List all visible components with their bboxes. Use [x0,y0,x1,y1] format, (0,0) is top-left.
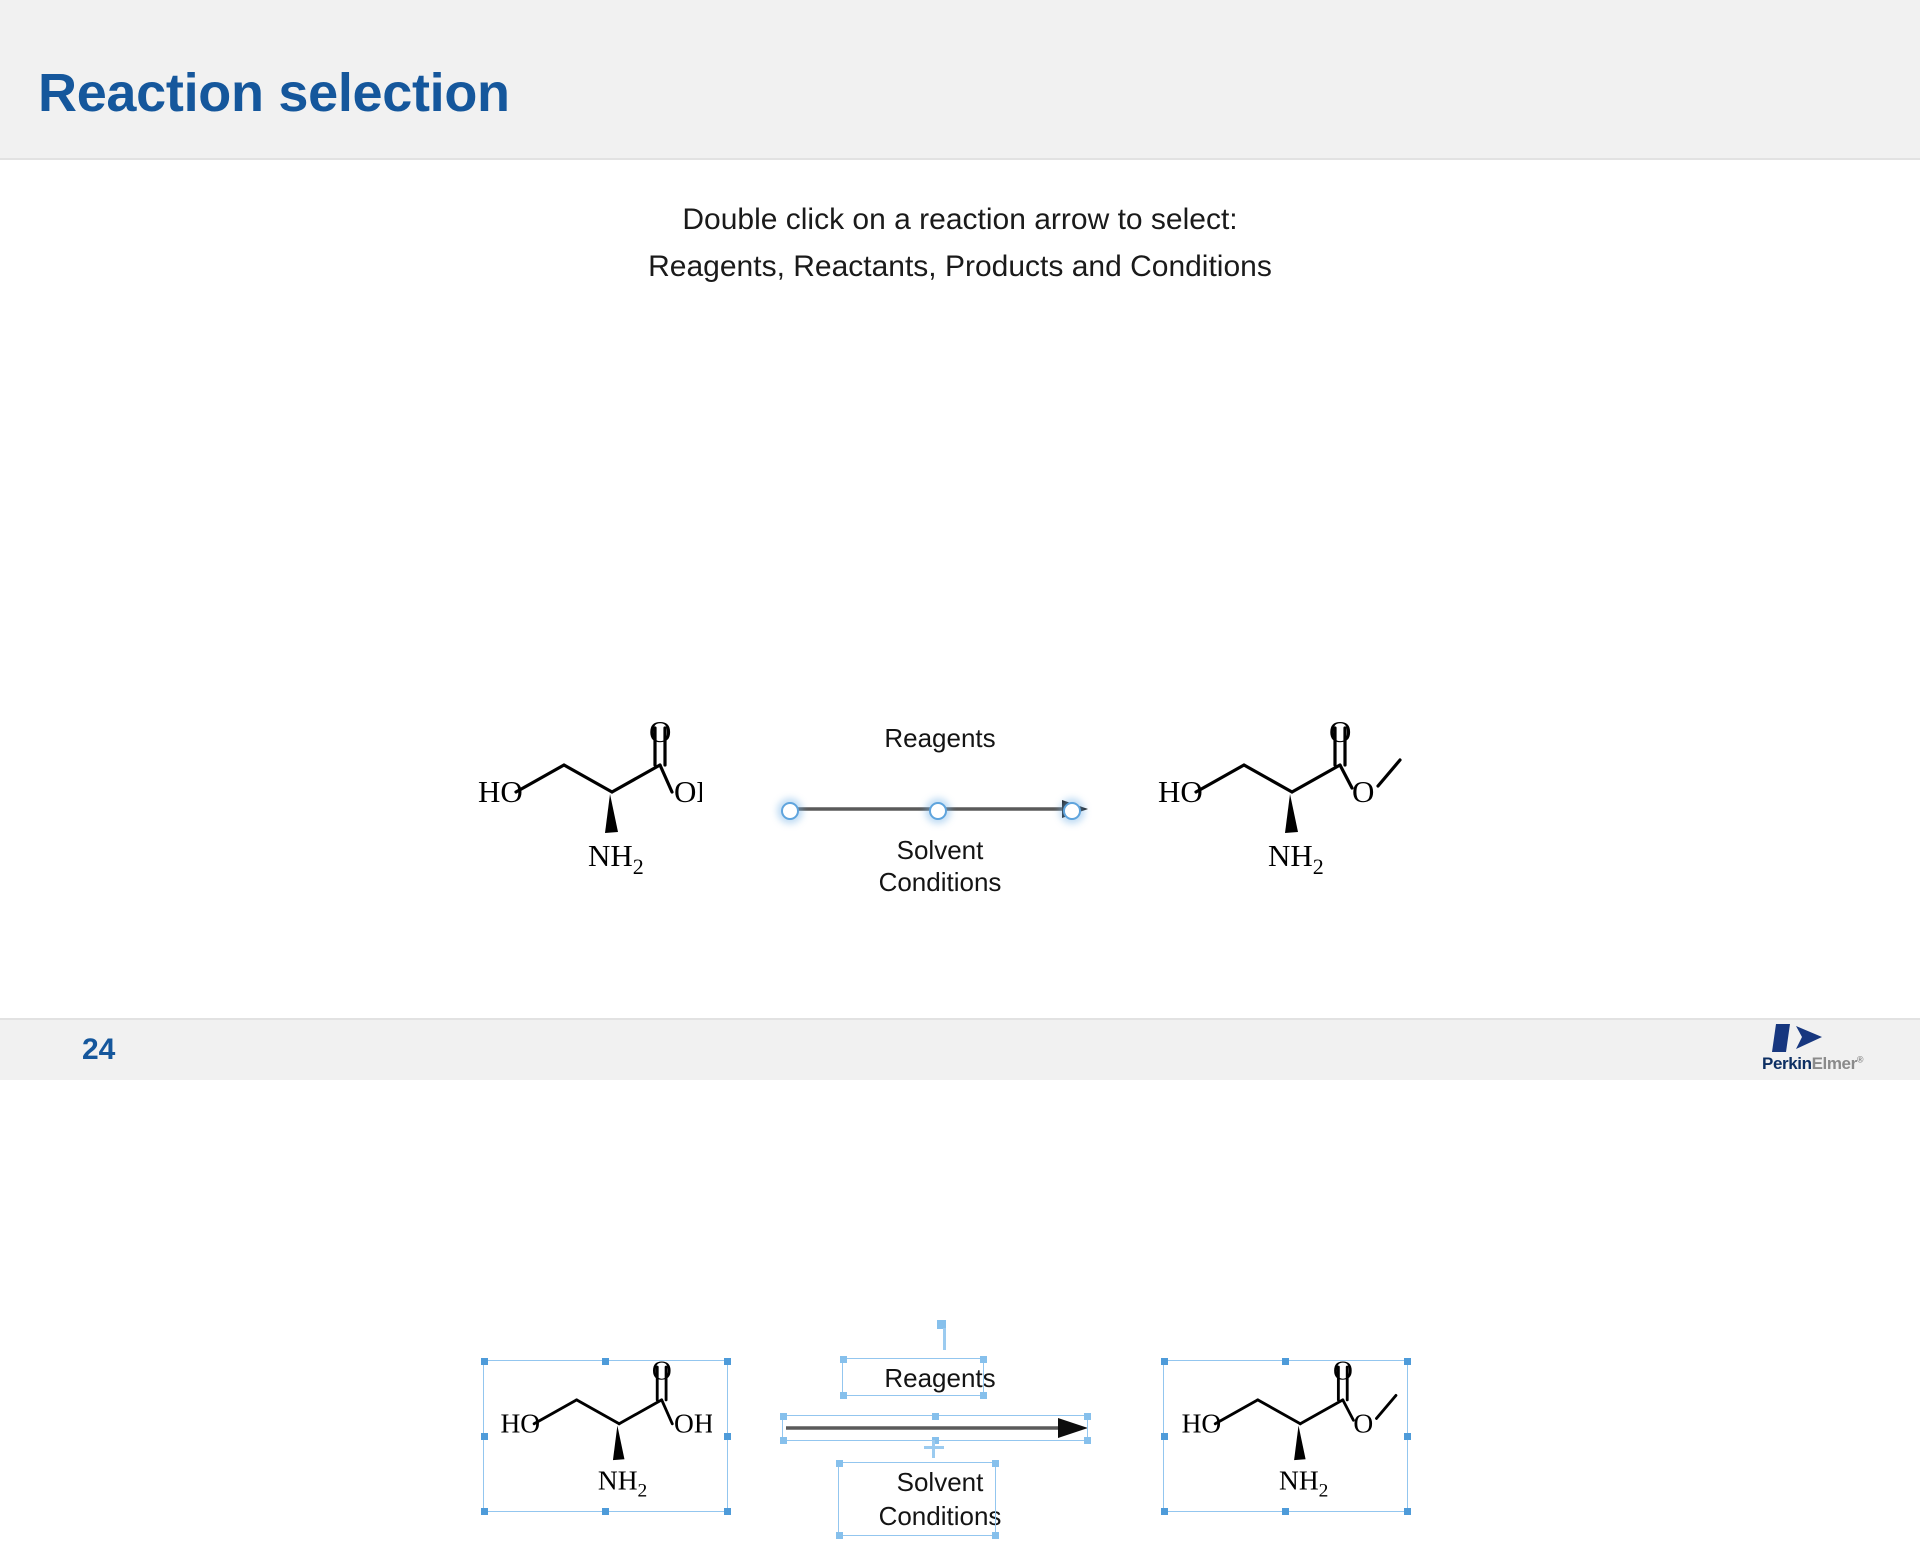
reaction-scheme-bottom: HO O OH NH2 Reagents Solvent Conditions … [0,660,1920,1539]
reaction-arrow-bottom[interactable]: Reagents Solvent Conditions [779,1320,1100,1560]
molecule-reactant-bottom[interactable]: HO O OH NH2 [482,1360,712,1515]
arrow-label-conditions[interactable]: Conditions [780,1500,1100,1532]
logo-brand-second: Elmer [1811,1054,1858,1073]
slide-footer [0,1018,1920,1080]
instruction-line-1: Double click on a reaction arrow to sele… [682,203,1238,236]
atom-label-ho: HO [1182,1409,1222,1439]
atom-label-ho: HO [500,1409,540,1439]
reaction-scheme-top: HO O OH NH2 Reagents Solvent Conditions [0,350,1920,897]
page-number: 24 [82,1033,116,1066]
perkinelmer-logo: PerkinElmer® [1762,1022,1884,1074]
instruction-line-2: Reagents, Reactants, Products and Condit… [648,250,1272,283]
slide: Reaction selection Double click on a rea… [0,0,1920,1539]
selection-handle-mr[interactable] [723,1432,731,1440]
selection-handle-bl[interactable] [835,1531,843,1539]
selection-handle-tr[interactable] [723,1357,731,1365]
atom-label-o-ester: O [1353,1409,1373,1439]
arrow-center-tick [932,1440,935,1458]
arrow-anchor-line [943,1328,946,1350]
slide-header: Reaction selection [0,0,1920,160]
selection-handle-br[interactable] [991,1531,999,1539]
arrow-line-bottom[interactable] [780,1413,1100,1443]
selection-handle-br[interactable] [723,1507,731,1515]
perkinelmer-wordmark: PerkinElmer® [1762,1054,1863,1074]
perkinelmer-mark-icon [1772,1024,1822,1052]
atom-label-o: O [652,1360,672,1385]
arrow-label-reagents[interactable]: Reagents [780,1362,1100,1394]
instruction-text: Double click on a reaction arrow to sele… [0,196,1920,290]
logo-brand-first: Perkin [1762,1054,1812,1073]
atom-label-nh2: NH2 [598,1465,647,1501]
arrow-center-crossbar [924,1446,944,1449]
atom-label-o-double: O [1333,1360,1353,1385]
atom-label-oh: OH [674,1409,712,1439]
molecule-product-bottom[interactable]: HO O O NH2 [1162,1360,1412,1515]
atom-label-nh2: NH2 [1279,1465,1328,1501]
logo-trademark: ® [1856,1054,1864,1065]
page-title: Reaction selection [38,63,510,123]
arrow-label-solvent[interactable]: Solvent [780,1466,1100,1498]
